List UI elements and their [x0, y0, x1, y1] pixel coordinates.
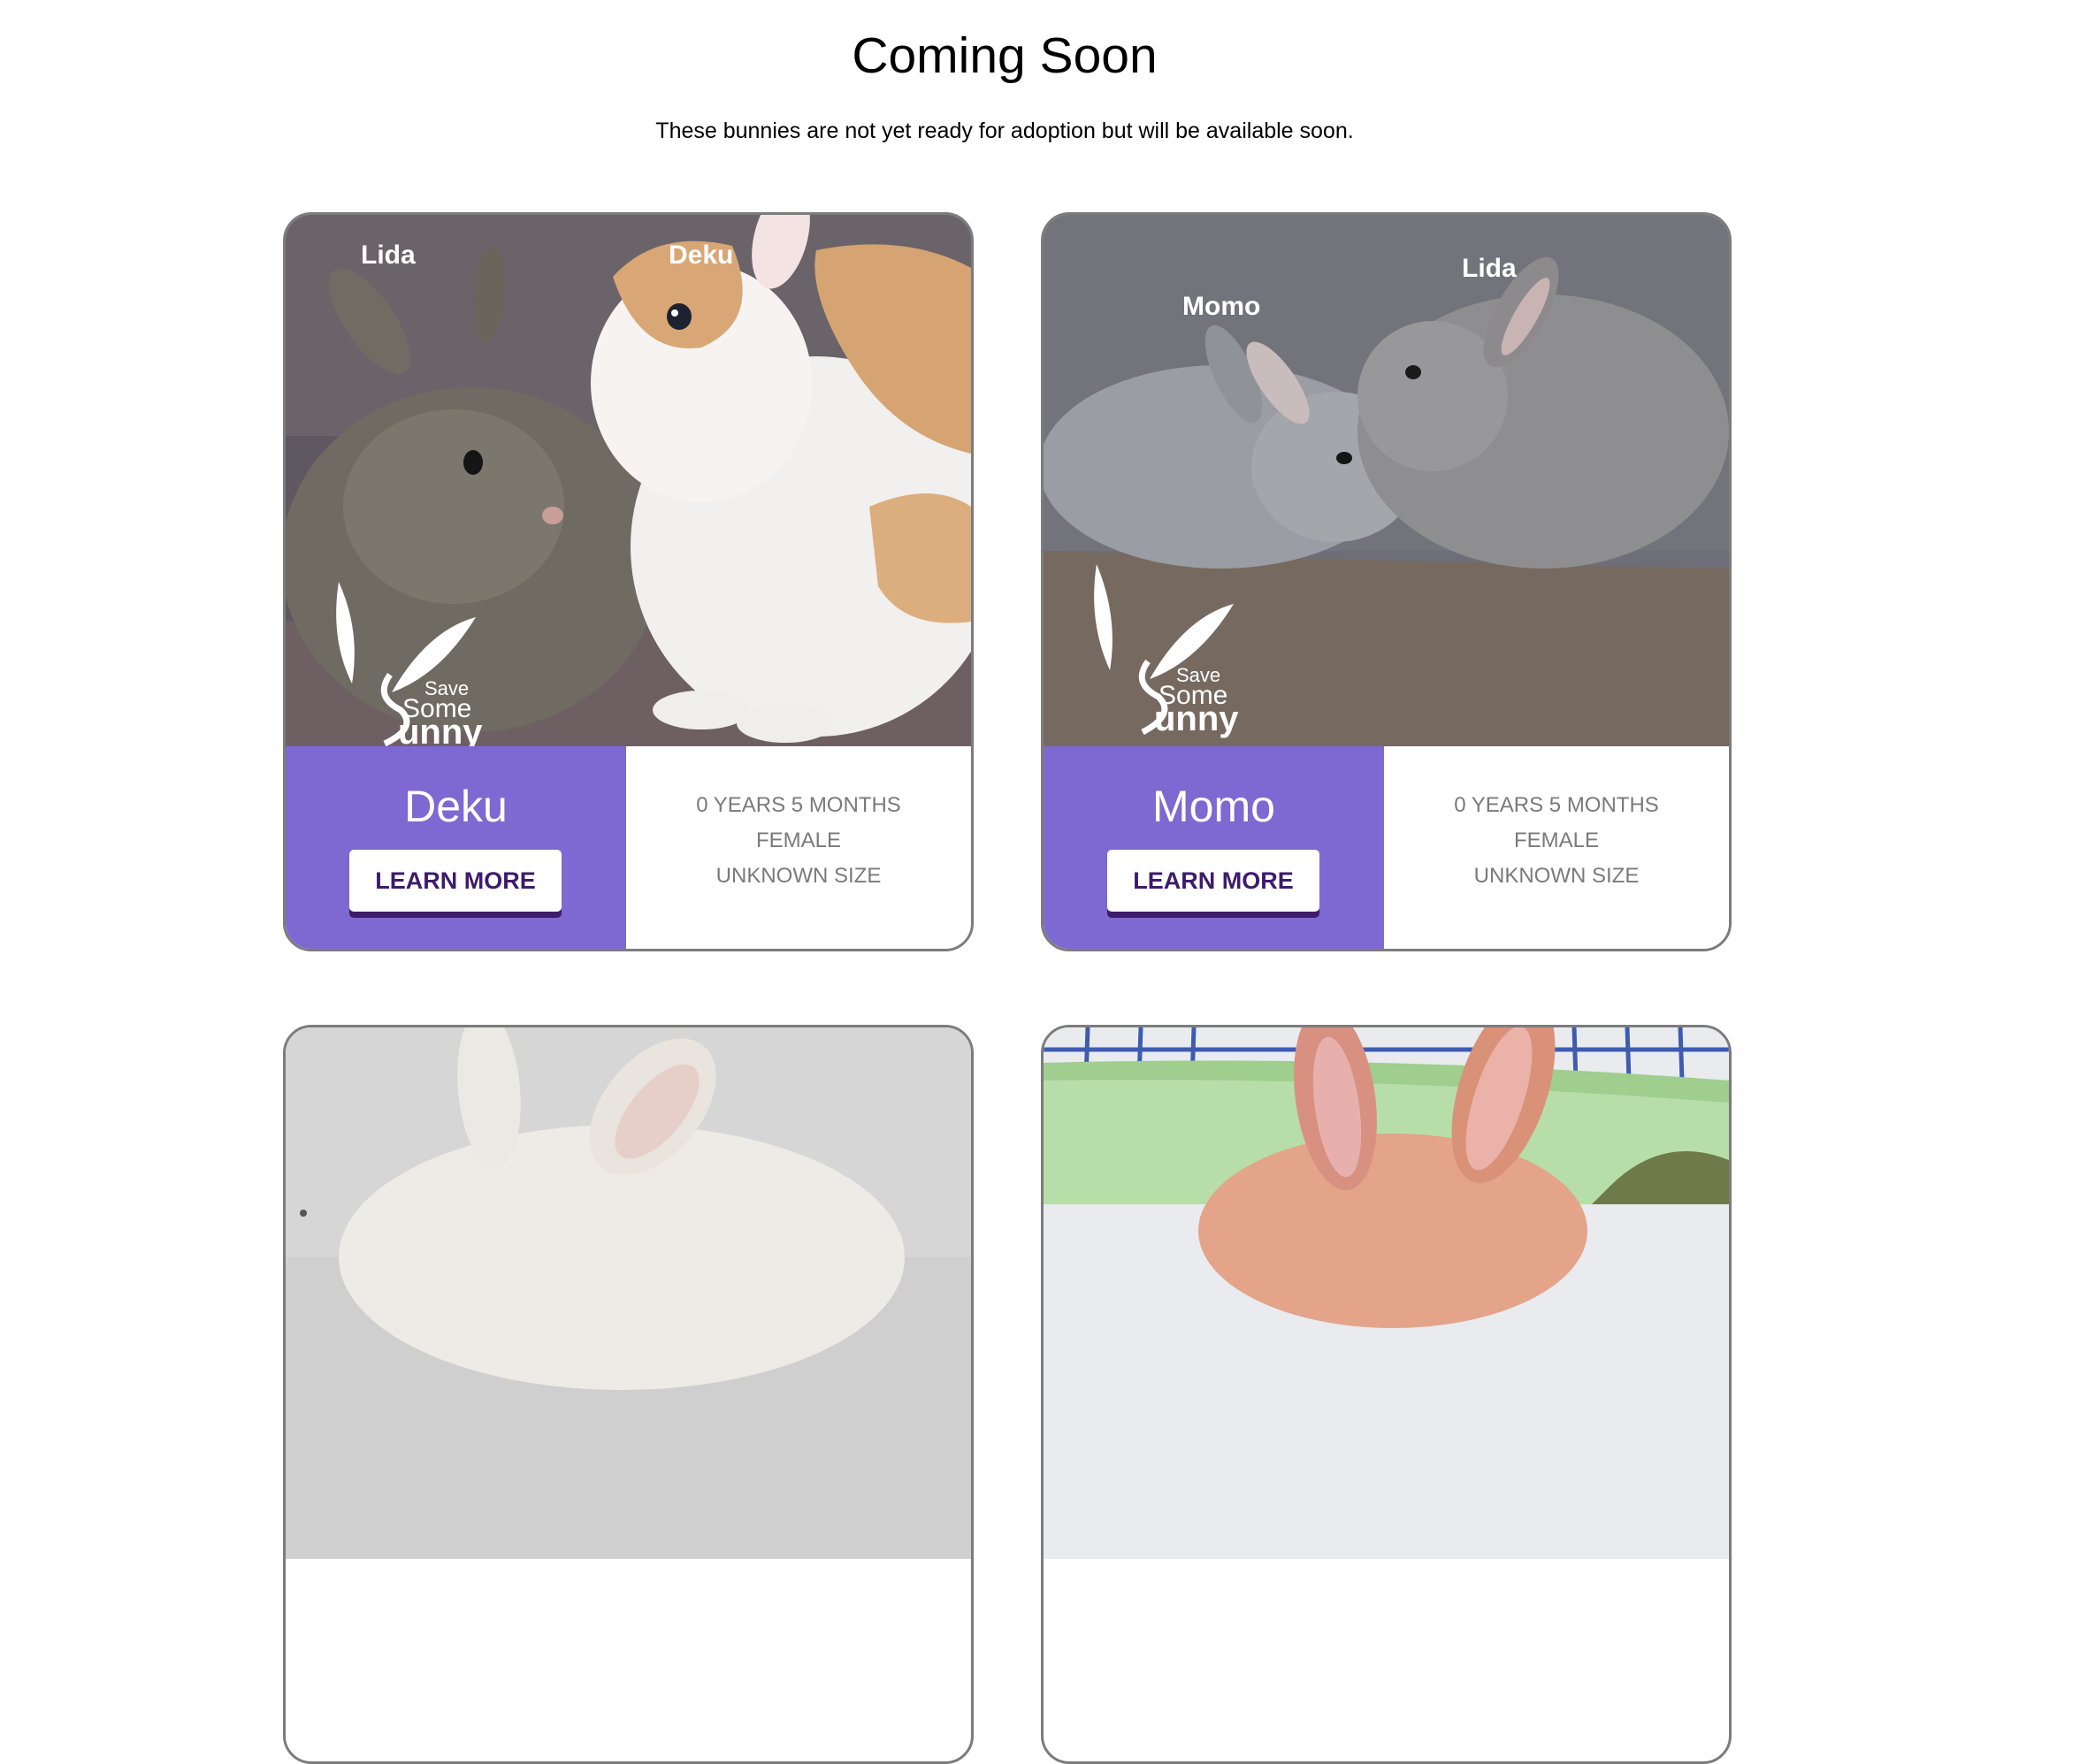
info-panel: 0 YEARS 5 MONTHS FEMALE UNKNOWN SIZE — [626, 746, 971, 949]
photo-label: Lida — [1462, 254, 1517, 283]
learn-more-button[interactable]: LEARN MORE — [1107, 850, 1319, 912]
pet-size: UNKNOWN SIZE — [715, 864, 882, 888]
bunny-card[interactable] — [1041, 1025, 1732, 1764]
page-title: Coming Soon — [852, 27, 1158, 84]
watermark-text: unny — [1154, 699, 1239, 738]
bunny-card-momo[interactable]: Momo Lida Save Some unny Momo LEARN MORE… — [1041, 212, 1732, 951]
watermark-text: unny — [398, 713, 483, 746]
bunny-card[interactable] — [283, 1025, 974, 1764]
pet-name: Deku — [404, 782, 508, 831]
photo-label: Lida — [361, 241, 416, 270]
name-panel: Momo LEARN MORE — [1044, 746, 1384, 949]
bunny-photo[interactable] — [1044, 1027, 1729, 1559]
pet-age: 0 YEARS 5 MONTHS — [696, 793, 901, 817]
pet-name: Momo — [1152, 782, 1275, 831]
pet-sex: FEMALE — [1513, 829, 1600, 852]
photo-label: Deku — [669, 241, 733, 270]
bunny-photo[interactable]: Momo Lida Save Some unny — [1044, 215, 1729, 746]
bunny-photo[interactable]: Lida Deku Save Some unny — [286, 215, 971, 746]
photo-label: Momo — [1182, 292, 1260, 321]
bunny-photo[interactable] — [286, 1027, 971, 1559]
info-panel: 0 YEARS 5 MONTHS FEMALE UNKNOWN SIZE — [1384, 746, 1729, 949]
pet-sex: FEMALE — [755, 829, 842, 852]
pet-size: UNKNOWN SIZE — [1473, 864, 1640, 888]
page-subtitle: These bunnies are not yet ready for adop… — [655, 118, 1354, 143]
name-panel: Deku LEARN MORE — [286, 746, 626, 949]
learn-more-button[interactable]: LEARN MORE — [349, 850, 562, 912]
pet-age: 0 YEARS 5 MONTHS — [1454, 793, 1659, 817]
bunny-card-deku[interactable]: Lida Deku Save Some unny Deku LEARN MORE… — [283, 212, 974, 951]
